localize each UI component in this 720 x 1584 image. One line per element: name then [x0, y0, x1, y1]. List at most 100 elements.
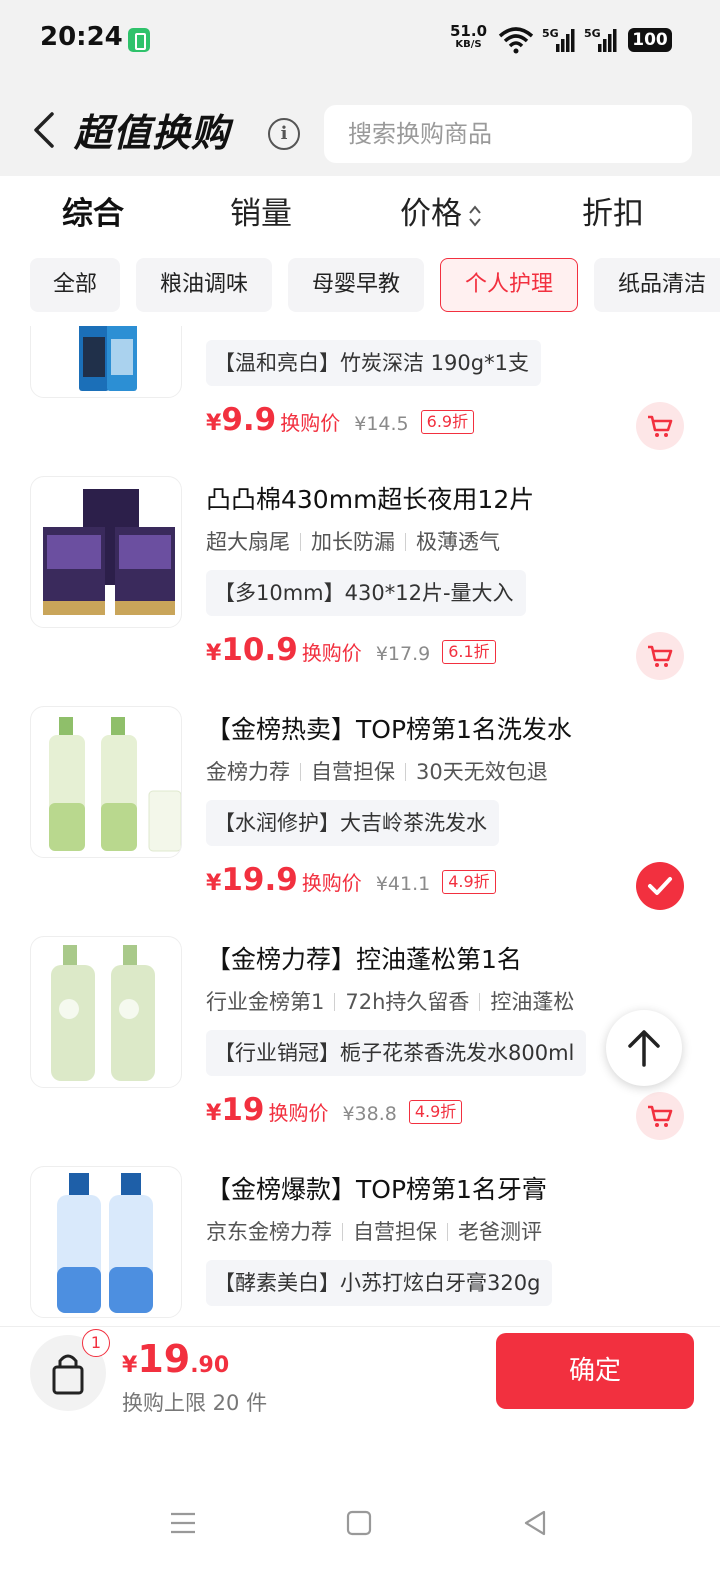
- home-square-icon[interactable]: [344, 1508, 374, 1538]
- shampoo-image: [49, 717, 181, 852]
- product-tag: 自营担保: [353, 1220, 437, 1244]
- product-price: 19: [221, 1092, 265, 1128]
- product-spec: 【温和亮白】竹炭深洁 190g*1支: [206, 340, 541, 386]
- tab-discount[interactable]: 折扣: [582, 188, 644, 233]
- menu-icon[interactable]: [168, 1508, 198, 1538]
- discount-badge: 6.1折: [442, 640, 496, 664]
- currency-symbol: ¥: [206, 641, 222, 666]
- product-name: 【金榜热卖】TOP榜第1名洗发水: [206, 715, 572, 744]
- discount-badge: 4.9折: [408, 1100, 463, 1124]
- back-arrow-icon[interactable]: [30, 110, 60, 150]
- product-tag: 自营担保: [311, 760, 395, 784]
- sanitary-pad-image: [43, 489, 175, 615]
- product-price: 10.9: [221, 632, 298, 668]
- network-1-label: 5G: [542, 27, 559, 40]
- product-price: 9.9: [221, 402, 277, 438]
- product-tags: 超大扇尾 加长防漏 极薄透气: [206, 526, 500, 556]
- chip-grain-oil[interactable]: 粮油调味: [136, 258, 272, 312]
- tab-price[interactable]: 价格: [400, 188, 482, 233]
- product-name: 凸凸棉430mm超长夜用12片: [206, 485, 535, 514]
- page-header: 超值换购 i 搜索换购商品: [0, 80, 720, 176]
- price-label: 换购价: [268, 1101, 329, 1125]
- product-image[interactable]: [30, 1166, 182, 1318]
- tab-price-label: 价格: [400, 196, 462, 232]
- sort-tabs: 综合 销量 价格 折扣: [0, 176, 720, 246]
- wifi-icon: [498, 27, 534, 54]
- product-image[interactable]: [30, 936, 182, 1088]
- original-price: ¥38.8: [342, 1103, 397, 1125]
- tab-comprehensive[interactable]: 综合: [62, 188, 124, 233]
- check-icon: [648, 877, 672, 895]
- toothpaste-image: [57, 1173, 153, 1313]
- price-row: ¥19 换购价 ¥38.8 4.9折: [206, 1092, 463, 1128]
- price-row: ¥9.9 换购价 ¥14.5 6.9折: [206, 402, 475, 438]
- list-item[interactable]: 【金榜热卖】TOP榜第1名洗发水 金榜力荐 自营担保 30天无效包退 【水润修护】大…: [0, 704, 720, 934]
- currency-symbol: ¥: [206, 1101, 222, 1126]
- network-2-label: 5G: [584, 27, 601, 40]
- toothpaste-image: [79, 326, 137, 391]
- product-tag: 控油蓬松: [490, 990, 575, 1014]
- product-tag: 京东金榜力荐: [206, 1220, 332, 1244]
- info-icon[interactable]: i: [268, 118, 300, 150]
- search-input[interactable]: 搜索换购商品: [324, 105, 692, 163]
- status-bar: 20:24 51.0 KB/S 5G 5G 100: [0, 0, 720, 80]
- product-spec: 【多10mm】430*12片-量大入: [206, 570, 526, 616]
- cart-count-badge: 1: [82, 1329, 110, 1357]
- cart-icon: [648, 1105, 673, 1127]
- chip-all[interactable]: 全部: [30, 258, 120, 312]
- price-label: 换购价: [280, 411, 341, 435]
- product-tag: 金榜力荐: [206, 760, 290, 784]
- exchange-limit-text: 换购上限 20 件: [122, 1391, 268, 1415]
- add-to-cart-button[interactable]: [636, 632, 684, 680]
- battery-level: 100: [628, 28, 672, 52]
- product-tag: 30天无效包退: [416, 760, 548, 784]
- product-spec: 【水润修护】大吉岭茶洗发水: [206, 800, 499, 846]
- chip-mother-baby[interactable]: 母婴早教: [288, 258, 424, 312]
- network-speed: 51.0 KB/S: [450, 24, 487, 51]
- cart-icon: [648, 645, 673, 667]
- product-name: 【金榜爆款】TOP榜第1名牙膏: [206, 1175, 547, 1204]
- price-row: ¥19.9 换购价 ¥41.1 4.9折: [206, 862, 496, 898]
- product-tags: 京东金榜力荐 自营担保 老爸测评: [206, 1216, 542, 1246]
- product-image[interactable]: [30, 476, 182, 628]
- confirm-button[interactable]: 确定: [496, 1333, 694, 1409]
- product-tag: 行业金榜第1: [206, 990, 325, 1014]
- product-price: 19.9: [221, 862, 298, 898]
- product-tag: 72h持久留香: [345, 990, 470, 1014]
- currency-symbol: ¥: [122, 1353, 138, 1378]
- price-label: 换购价: [301, 871, 362, 895]
- selected-check-button[interactable]: [636, 862, 684, 910]
- cellular-signal-1-icon: 5G: [542, 26, 576, 58]
- product-tags: 金榜力荐 自营担保 30天无效包退: [206, 756, 548, 786]
- add-to-cart-button[interactable]: [636, 1092, 684, 1140]
- list-item[interactable]: 【金榜爆款】TOP榜第1名牙膏 京东金榜力荐 自营担保 老爸测评 【酵素美白】小苏打…: [0, 1164, 720, 1326]
- chip-paper-cleaning[interactable]: 纸品清洁: [594, 258, 720, 312]
- list-item[interactable]: 凸凸棉430mm超长夜用12片 超大扇尾 加长防漏 极薄透气 【多10mm】430*…: [0, 474, 720, 704]
- scroll-to-top-button[interactable]: [606, 1010, 682, 1086]
- status-time: 20:24: [40, 22, 123, 52]
- product-tag: 加长防漏: [311, 530, 395, 554]
- add-to-cart-button[interactable]: [636, 402, 684, 450]
- product-image[interactable]: [30, 326, 182, 398]
- list-item[interactable]: 【温和亮白】竹炭深洁 190g*1支 ¥9.9 换购价 ¥14.5 6.9折: [0, 326, 720, 450]
- product-tag: 极薄透气: [416, 530, 500, 554]
- network-speed-unit: KB/S: [455, 39, 482, 50]
- total-integer: 19: [137, 1337, 191, 1381]
- price-row: ¥10.9 换购价 ¥17.9 6.1折: [206, 632, 496, 668]
- cellular-signal-2-icon: 5G: [584, 26, 618, 58]
- product-list: 【温和亮白】竹炭深洁 190g*1支 ¥9.9 换购价 ¥14.5 6.9折 凸凸棉4…: [0, 326, 720, 1326]
- product-image[interactable]: [30, 706, 182, 858]
- product-tags: 行业金榜第1 72h持久留香 控油蓬松: [206, 986, 574, 1016]
- arrow-up-icon: [628, 1030, 660, 1067]
- sort-arrows-icon: [469, 204, 481, 227]
- original-price: ¥14.5: [354, 413, 409, 435]
- chip-personal-care[interactable]: 个人护理: [440, 258, 578, 312]
- original-price: ¥41.1: [375, 873, 431, 895]
- discount-badge: 6.9折: [420, 410, 475, 434]
- total-price: ¥19.90: [122, 1337, 229, 1381]
- category-chips: 全部 粮油调味 母婴早教 个人护理 纸品清洁: [0, 246, 720, 326]
- system-nav-bar: [0, 1426, 720, 1584]
- tab-sales[interactable]: 销量: [230, 188, 292, 233]
- currency-symbol: ¥: [206, 871, 222, 896]
- back-triangle-icon[interactable]: [520, 1508, 550, 1538]
